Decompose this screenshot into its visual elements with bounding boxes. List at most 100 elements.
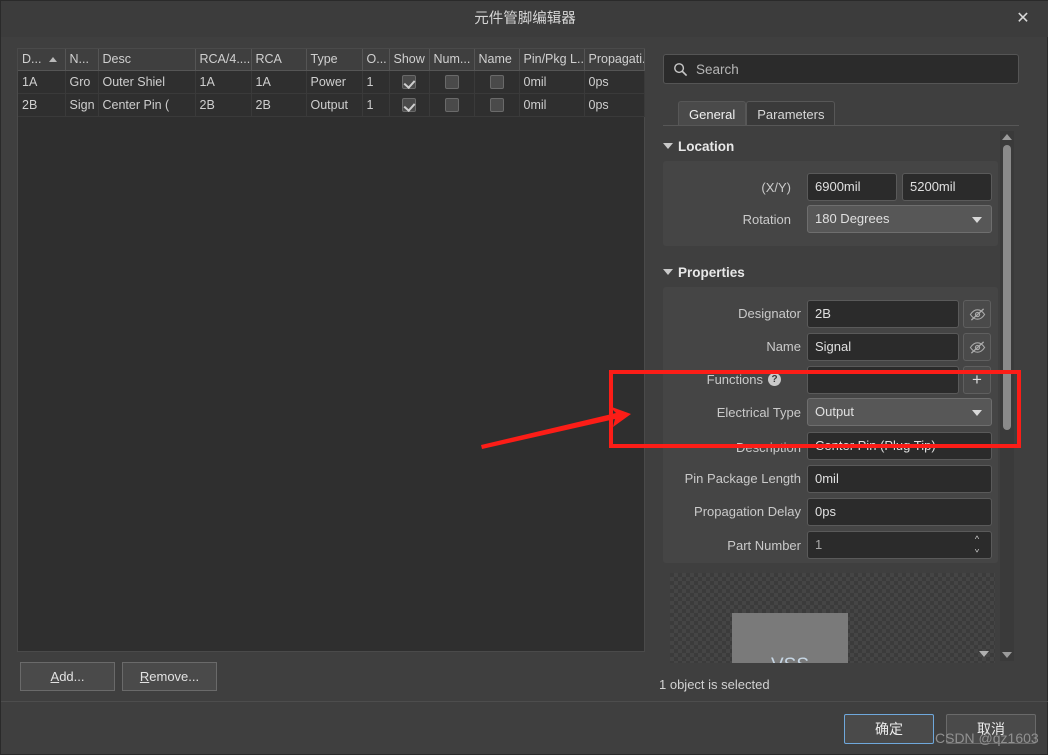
remove-button-mnemonic: R [139,669,150,684]
bottom-divider [1,701,1048,702]
cell-name-visible[interactable] [474,93,520,117]
col-header-name[interactable]: Name [474,49,520,71]
collapse-triangle-icon [663,269,673,276]
col-header-show[interactable]: Show [389,49,430,71]
cell-propagation: 0ps [584,70,645,94]
scroll-up-icon[interactable] [1002,134,1012,140]
col-header-owner[interactable]: O... [362,49,390,71]
scrollbar-thumb[interactable] [1003,145,1011,430]
cell-rca: 2B [251,93,307,117]
tab-parameters[interactable]: Parameters [746,101,836,126]
search-input[interactable] [696,55,1014,83]
cell-name-visible[interactable] [474,70,520,94]
title-bar: 元件管脚编辑器 ✕ [1,1,1048,37]
section-properties[interactable]: Properties [663,265,745,280]
rotation-dropdown[interactable]: 180 Degrees [807,205,992,233]
status-text: 1 object is selected [659,677,770,692]
search-box[interactable] [663,54,1019,84]
section-properties-label: Properties [678,265,745,280]
name-checkbox[interactable] [489,97,504,112]
cell-owner: 1 [362,70,390,94]
cell-pin-pkg-length: 0mil [519,93,585,117]
part-number-label: Part Number [727,538,801,553]
remove-button-label: emove... [149,669,200,684]
name-visibility-toggle[interactable] [963,333,991,361]
functions-label-text: Functions [706,372,763,387]
col-header-type[interactable]: Type [306,49,363,71]
sort-asc-icon [49,57,58,63]
name-field[interactable]: Signal [807,333,959,361]
table-row[interactable]: 2B Sign Center Pin ( 2B 2B Output 1 0mil… [18,93,645,117]
designator-label: Designator [738,306,801,321]
cancel-button[interactable]: 取消 [946,714,1036,744]
cell-owner: 1 [362,93,390,117]
add-button-label: dd... [59,669,85,684]
cell-rca: 1A [251,70,307,94]
stepper-up-icon[interactable]: ^ [969,534,985,544]
part-number-stepper[interactable]: ^ ^ [969,534,985,554]
col-header-rca4[interactable]: RCA/4.... [195,49,252,71]
location-x-field[interactable]: 6900mil [807,173,897,201]
number-checkbox[interactable] [444,97,459,112]
designator-visibility-toggle[interactable] [963,300,991,328]
show-checkbox[interactable] [402,74,416,89]
preview-expand-icon[interactable] [979,651,989,657]
remove-button[interactable]: Remove... [122,662,217,691]
col-header-propagation[interactable]: Propagati... [584,49,645,71]
table-row[interactable]: 1A Gro Outer Shiel 1A 1A Power 1 0mil 0p… [18,70,645,94]
electrical-type-value: Output [815,404,855,419]
rotation-value: 180 Degrees [815,211,890,226]
part-number-field[interactable]: 1 [807,531,992,559]
scroll-down-icon[interactable] [1002,652,1012,658]
cell-number-visible[interactable] [429,70,475,94]
tab-general[interactable]: General [678,101,747,126]
cell-name-short: Sign [65,93,99,117]
functions-label: Functions? [651,372,781,387]
col-header-pin-pkg-length[interactable]: Pin/Pkg L... [519,49,585,71]
propagation-delay-label: Propagation Delay [694,504,801,519]
page-title: 元件管脚编辑器 [474,11,576,27]
cell-rca4: 1A [195,70,252,94]
tab-bar: General Parameters [678,101,836,126]
functions-field[interactable] [807,366,959,394]
cell-type: Power [306,70,363,94]
stepper-down-icon[interactable]: ^ [969,544,985,554]
eye-slash-icon [969,308,986,321]
add-button-mnemonic: A [50,669,60,684]
ok-button[interactable]: 确定 [844,714,934,744]
cell-rca4: 2B [195,93,252,117]
symbol-body: VSS [732,613,848,663]
cell-desc: Outer Shiel [98,70,196,94]
add-function-button[interactable]: + [963,366,991,394]
pin-package-length-field[interactable]: 0mil [807,465,992,493]
description-field[interactable]: Center Pin (Plug Tip) [807,432,992,460]
description-label: Description [735,440,801,455]
cell-show[interactable] [389,93,430,117]
chevron-down-icon [972,410,982,416]
col-header-designator[interactable]: D... [18,49,66,71]
add-button[interactable]: Add... [20,662,115,691]
eye-slash-icon [969,341,986,354]
col-header-rca[interactable]: RCA [251,49,307,71]
help-icon[interactable]: ? [768,373,781,387]
properties-scrollbar[interactable] [1000,131,1014,661]
name-checkbox[interactable] [489,74,504,89]
designator-field[interactable]: 2B [807,300,959,328]
number-checkbox[interactable] [444,74,459,89]
pin-table: D... N... Desc RCA/4.... RCA Type O... S… [18,49,645,117]
propagation-delay-field[interactable]: 0ps [807,498,992,526]
cell-type: Output [306,93,363,117]
col-header-name-short[interactable]: N... [65,49,99,71]
cell-number-visible[interactable] [429,93,475,117]
cell-show[interactable] [389,70,430,94]
table-header-row: D... N... Desc RCA/4.... RCA Type O... S… [18,49,645,71]
col-header-desc[interactable]: Desc [98,49,196,71]
close-icon[interactable]: ✕ [1009,6,1037,32]
col-header-number[interactable]: Num... [429,49,475,71]
pin-package-length-label: Pin Package Length [684,471,801,486]
electrical-type-dropdown[interactable]: Output [807,398,992,426]
chevron-down-icon [972,217,982,223]
section-location[interactable]: Location [663,139,734,154]
show-checkbox[interactable] [402,97,416,112]
location-y-field[interactable]: 5200mil [902,173,992,201]
